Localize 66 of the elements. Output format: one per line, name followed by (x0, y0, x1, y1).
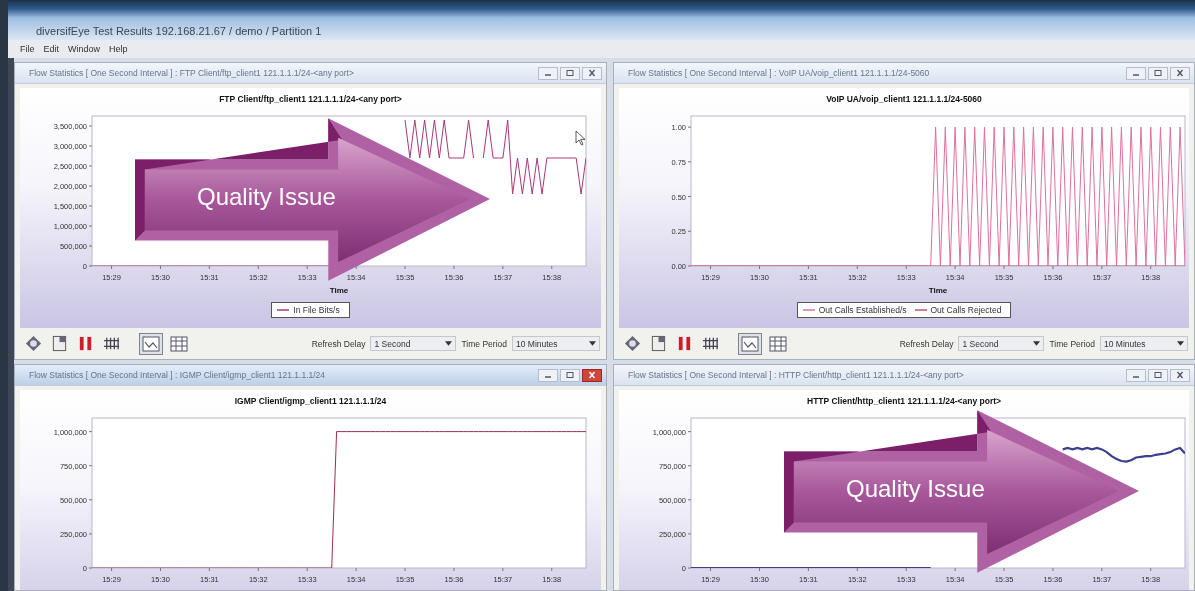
maximize-icon (565, 371, 575, 379)
save-icon[interactable] (650, 335, 667, 352)
refresh-delay-select[interactable]: 1 Second (370, 336, 457, 351)
callout-label: Quality Issue (197, 182, 336, 212)
legend-label: Out Calls Rejected (930, 305, 1002, 315)
table-icon (769, 335, 787, 352)
legend-label: In File Bits/s (293, 305, 340, 315)
time-period-label: Time Period (1049, 338, 1095, 349)
maximize-button[interactable] (1148, 368, 1168, 382)
panel-title: Flow Statistics [ One Second Interval ] : IGMP Client/igmp_client1 121.1.1.1/24 (29, 370, 326, 380)
move-icon[interactable] (624, 335, 641, 352)
maximize-icon (1153, 371, 1163, 379)
close-button[interactable] (1170, 368, 1190, 382)
legend-label: Out Calls Established/s (818, 305, 907, 315)
close-button[interactable] (1170, 66, 1190, 80)
close-icon (1175, 69, 1185, 77)
panel-title: Flow Statistics [ One Second Interval ] : FTP Client/ftp_client1 121.1.1.1/24-<any port> (29, 68, 354, 78)
panel-title: Flow Statistics [ One Second Interval ] : VoIP UA/voip_client1 121.1.1.1/24-5060 (628, 68, 930, 78)
chart-title: IGMP Client/igmp_client1 121.1.1.1/24 (233, 395, 388, 408)
chart-title: FTP Client/ftp_client1 121.1.1.1/24-<any port> (218, 93, 403, 106)
chart-title: VoIP UA/voip_client1 121.1.1.1/24-5060 (825, 93, 983, 106)
close-icon (587, 371, 597, 379)
time-period-select[interactable]: 10 Minutes (1100, 336, 1188, 351)
axis-title: Time (329, 286, 349, 295)
caret-icon (589, 341, 596, 346)
refresh-delay-label: Refresh Delay (311, 338, 366, 349)
minimize-button[interactable] (1126, 66, 1146, 80)
table-icon (170, 335, 188, 352)
refresh-delay-label: Refresh Delay (899, 338, 954, 349)
close-icon (1175, 371, 1185, 379)
line-chart-icon (142, 335, 160, 352)
ruler-icon[interactable] (103, 335, 120, 352)
time-period-select[interactable]: 10 Minutes (512, 336, 600, 351)
close-button[interactable] (582, 368, 602, 382)
axis-title: Time (928, 286, 948, 295)
chart-title: HTTP Client/http_client1 121.1.1.1/24-<any port> (806, 395, 1002, 408)
minimize-button[interactable] (538, 66, 558, 80)
window-title: diversifEye Test Results 192.168.21.67 / demo / Partition 1 (36, 25, 322, 37)
caret-icon (1033, 341, 1041, 346)
close-button[interactable] (582, 66, 602, 80)
menu-item[interactable]: Window (68, 44, 101, 54)
menu-item[interactable]: File (20, 44, 35, 54)
move-icon[interactable] (25, 335, 42, 352)
chart-view-button[interactable] (139, 332, 163, 355)
menu-item[interactable]: Edit (43, 44, 60, 54)
minimize-button[interactable] (538, 368, 558, 382)
pause-icon[interactable] (77, 335, 94, 352)
chart-view-button[interactable] (738, 332, 762, 355)
caret-icon (445, 341, 453, 346)
maximize-button[interactable] (560, 368, 580, 382)
maximize-button[interactable] (560, 66, 580, 80)
save-icon[interactable] (51, 335, 68, 352)
maximize-icon (1153, 69, 1163, 77)
minimize-button[interactable] (1126, 368, 1146, 382)
menu-item[interactable]: Help (109, 44, 128, 54)
time-period-label: Time Period (461, 338, 507, 349)
line-chart-icon (741, 335, 759, 352)
close-icon (587, 69, 597, 77)
refresh-delay-select[interactable]: 1 Second (958, 336, 1045, 351)
callout-label: Quality Issue (846, 474, 985, 504)
maximize-icon (565, 69, 575, 77)
panel-title: Flow Statistics [ One Second Interval ] : HTTP Client/http_client1 121.1.1.1/24-<any port> (628, 370, 964, 380)
maximize-button[interactable] (1148, 66, 1168, 80)
caret-icon (1177, 341, 1184, 346)
pause-icon[interactable] (676, 335, 693, 352)
ruler-icon[interactable] (702, 335, 719, 352)
